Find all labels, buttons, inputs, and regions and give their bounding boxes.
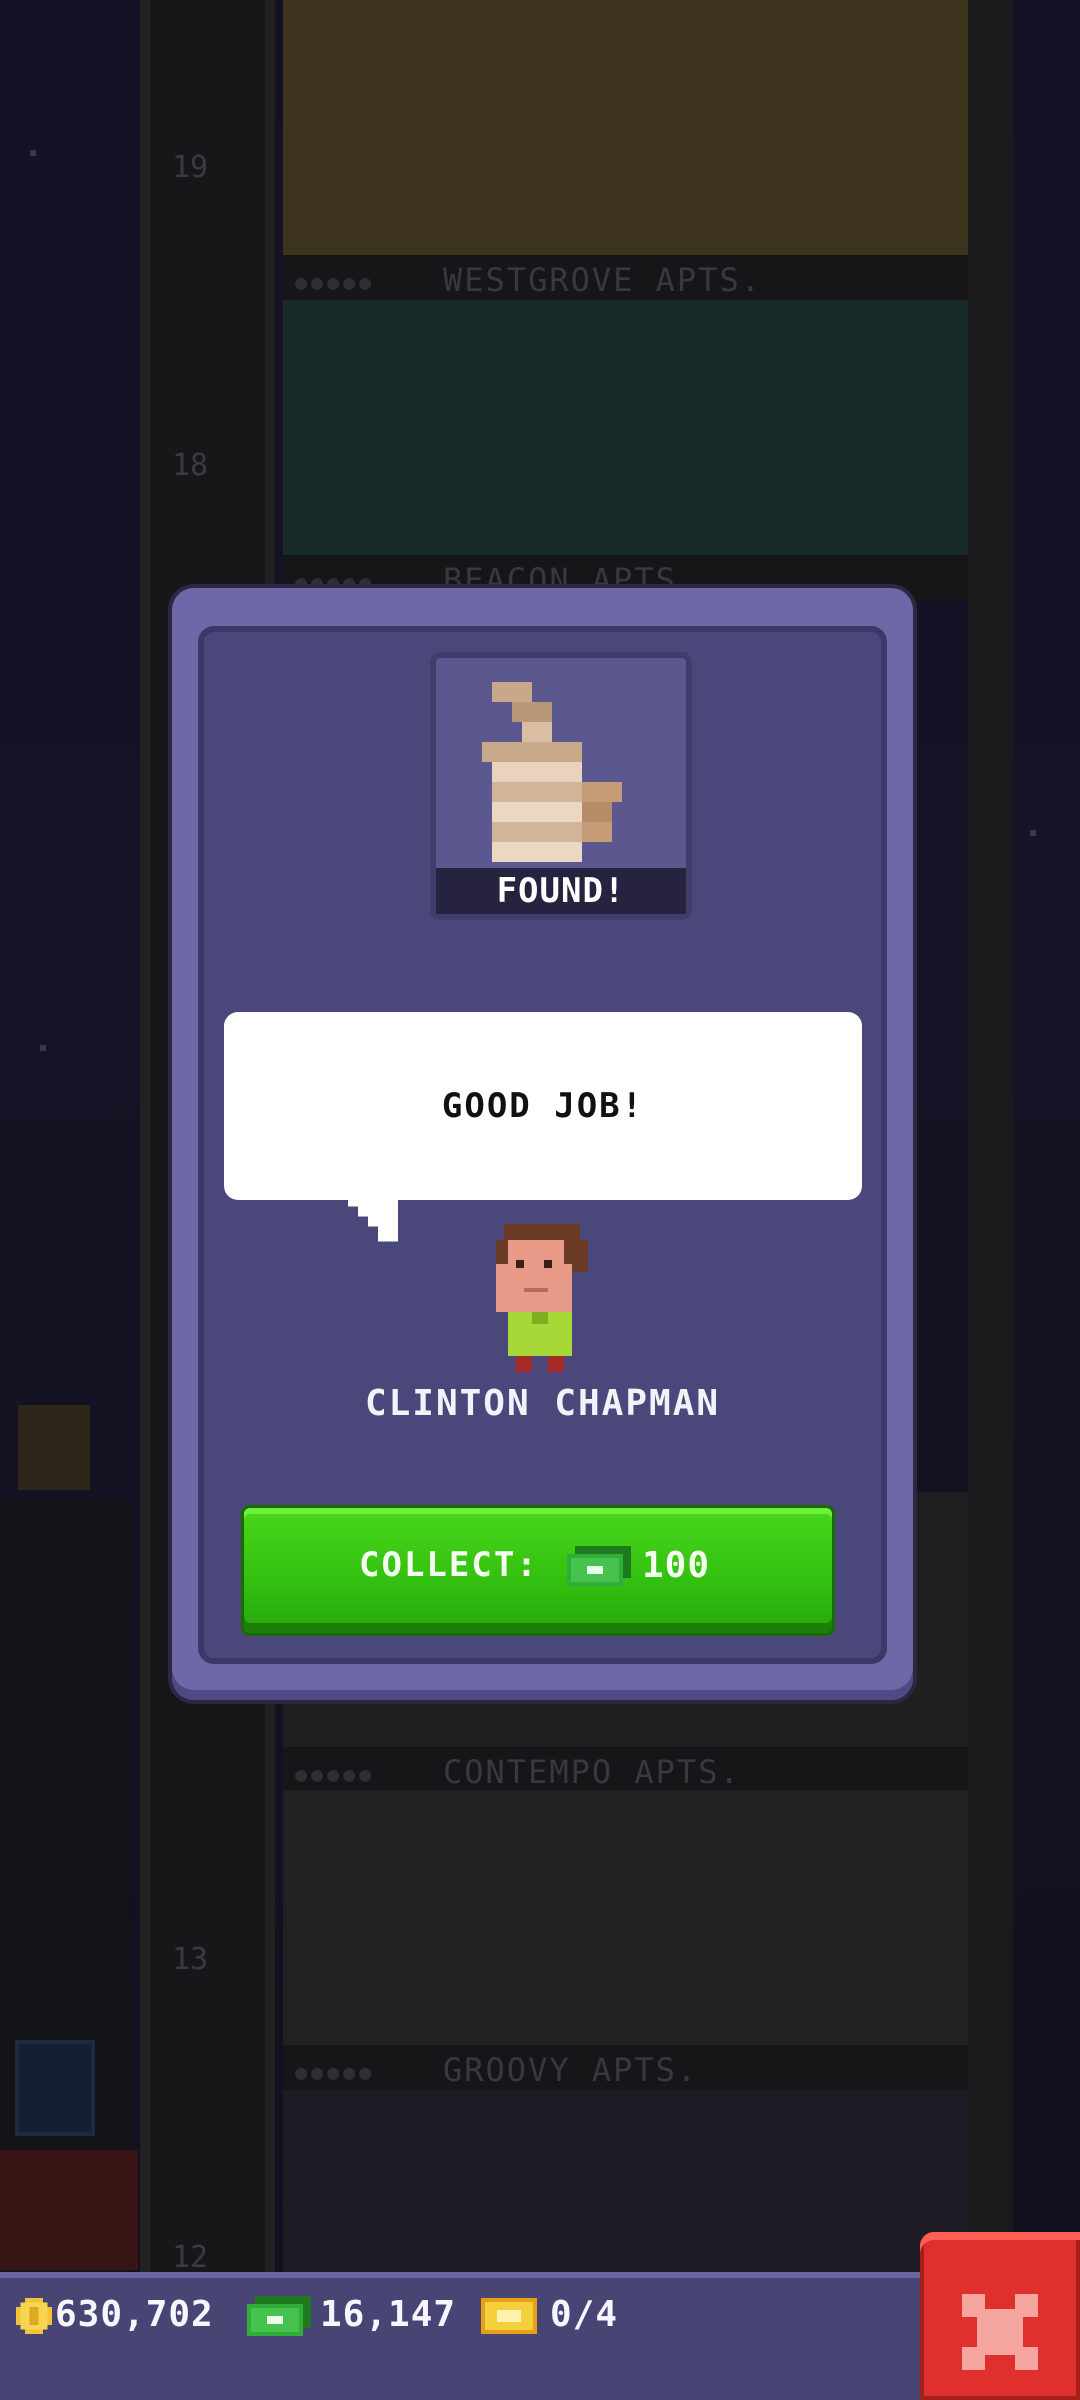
close-icon [962,2294,1038,2370]
speech-text: GOOD JOB! [441,1086,645,1126]
ticket-icon [481,2298,537,2334]
bux-count: 16,147 [320,2294,457,2335]
collect-label: COLLECT: [359,1545,539,1585]
npc-avatar [496,1224,588,1372]
coin-icon [16,2298,52,2334]
found-item-frame: FOUND! [430,652,692,920]
thumbs-up-icon [482,682,622,862]
bux-icon [247,2296,311,2336]
speech-bubble: GOOD JOB! [224,1012,862,1200]
close-button[interactable] [920,2232,1080,2400]
status-bar: 630,702 16,147 0/4 [0,2272,920,2400]
npc-name: CLINTON CHAPMAN [364,1383,721,1424]
collect-button[interactable]: COLLECT: 100 [244,1508,832,1633]
coins-count: 630,702 [55,2294,214,2335]
collect-amount: 100 [642,1545,711,1586]
found-status-label: FOUND! [436,868,686,914]
speech-bubble-tail [348,1196,398,1242]
dialog-panel: FOUND! GOOD JOB! CLINTON CHAPMAN COLLECT… [198,626,887,1664]
bux-icon [567,1546,631,1586]
found-item-dialog: FOUND! GOOD JOB! CLINTON CHAPMAN COLLECT… [172,588,913,1700]
tickets-count: 0/4 [550,2294,619,2335]
